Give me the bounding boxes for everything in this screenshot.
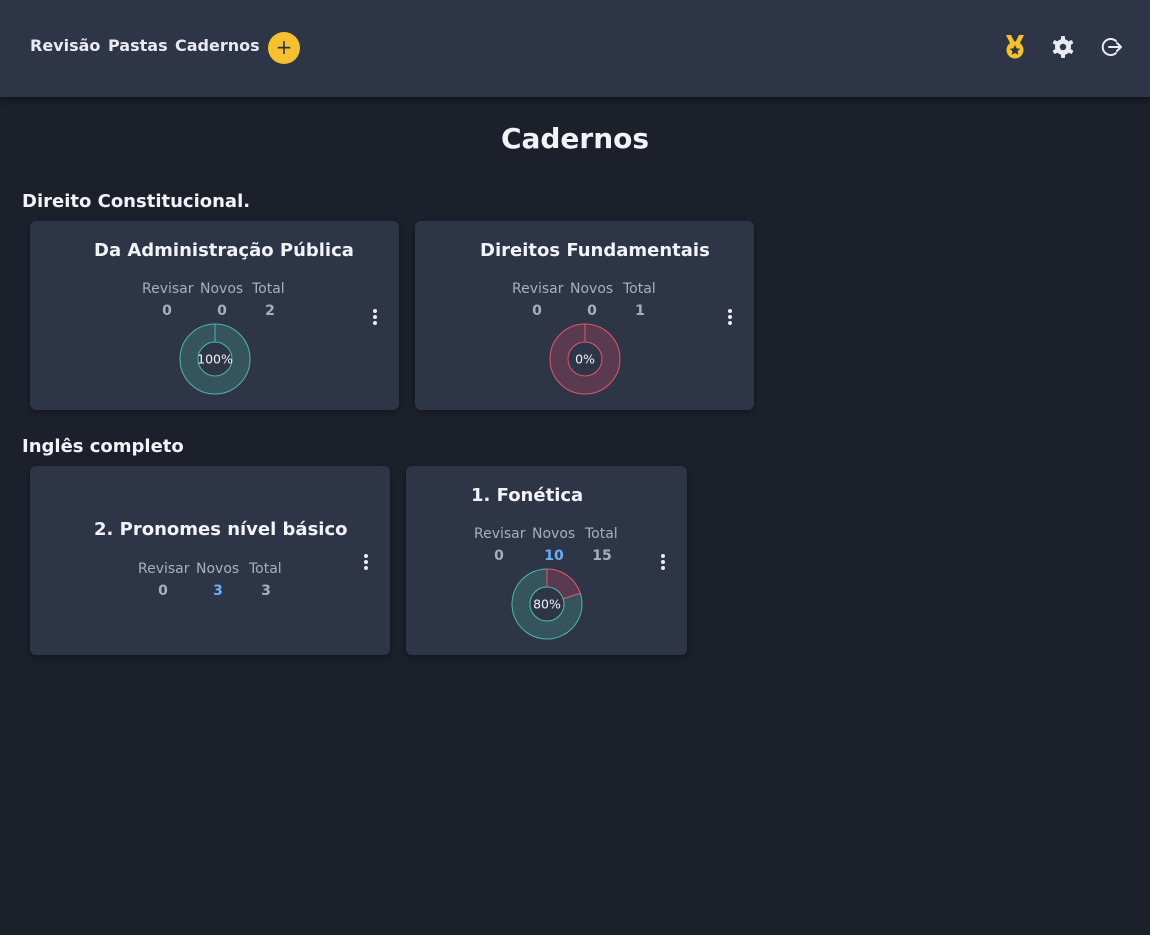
novos-label: Novos (570, 281, 614, 297)
nav-pastas-link[interactable]: Pastas (108, 36, 168, 55)
notebook-card[interactable]: Direitos Fundamentais Revisar Novos Tota… (415, 221, 754, 410)
revisar-count: 0 (162, 303, 172, 319)
notebook-stats: Revisar Novos Total 0 10 15 (474, 526, 634, 566)
top-navbar: Revisão Pastas Cadernos + (0, 0, 1150, 97)
progress-donut: 0% (549, 323, 621, 395)
revisar-count: 0 (158, 583, 168, 599)
total-label: Total (252, 281, 285, 297)
revisar-count: 0 (532, 303, 542, 319)
novos-label: Novos (200, 281, 244, 297)
notebook-card[interactable]: 2. Pronomes nível básico Revisar Novos T… (30, 466, 390, 655)
novos-label: Novos (196, 561, 240, 577)
notebook-title: 1. Fonética (471, 485, 584, 506)
more-options-icon[interactable] (657, 552, 669, 572)
revisar-label: Revisar (138, 561, 190, 577)
folder-title: Direito Constitucional. (22, 191, 251, 212)
notebook-title: Da Administração Pública (94, 240, 354, 261)
total-label: Total (623, 281, 656, 297)
notebook-stats: Revisar Novos Total 0 3 3 (138, 561, 298, 601)
total-label: Total (585, 526, 618, 542)
more-options-icon[interactable] (369, 307, 381, 327)
progress-percent: 100% (197, 352, 233, 367)
folder-title: Inglês completo (22, 436, 184, 457)
novos-count: 3 (213, 583, 223, 599)
add-button[interactable]: + (268, 32, 300, 64)
nav-cadernos-link[interactable]: Cadernos (175, 36, 260, 55)
notebook-card[interactable]: Da Administração Pública Revisar Novos T… (30, 221, 399, 410)
total-count: 2 (265, 303, 275, 319)
progress-percent: 0% (575, 352, 595, 367)
notebook-title: 2. Pronomes nível básico (94, 519, 348, 540)
medal-icon[interactable] (1002, 34, 1028, 60)
revisar-label: Revisar (474, 526, 526, 542)
revisar-count: 0 (494, 548, 504, 564)
progress-donut: 80% (511, 568, 583, 640)
more-options-icon[interactable] (360, 552, 372, 572)
more-options-icon[interactable] (724, 307, 736, 327)
gear-icon[interactable] (1050, 34, 1076, 60)
nav-revisao-link[interactable]: Revisão (30, 36, 100, 55)
novos-count: 0 (217, 303, 227, 319)
notebook-card[interactable]: 1. Fonética Revisar Novos Total 0 10 15 … (406, 466, 687, 655)
total-label: Total (249, 561, 282, 577)
total-count: 15 (592, 548, 612, 564)
novos-count: 10 (544, 548, 564, 564)
notebook-stats: Revisar Novos Total 0 0 1 (512, 281, 672, 321)
notebook-title: Direitos Fundamentais (480, 240, 710, 261)
logout-icon[interactable] (1098, 34, 1124, 60)
novos-count: 0 (587, 303, 597, 319)
revisar-label: Revisar (512, 281, 564, 297)
page-title: Cadernos (500, 122, 650, 155)
notebook-stats: Revisar Novos Total 0 0 2 (142, 281, 302, 321)
novos-label: Novos (532, 526, 576, 542)
total-count: 1 (635, 303, 645, 319)
total-count: 3 (261, 583, 271, 599)
progress-donut: 100% (179, 323, 251, 395)
progress-percent: 80% (533, 597, 561, 612)
revisar-label: Revisar (142, 281, 194, 297)
